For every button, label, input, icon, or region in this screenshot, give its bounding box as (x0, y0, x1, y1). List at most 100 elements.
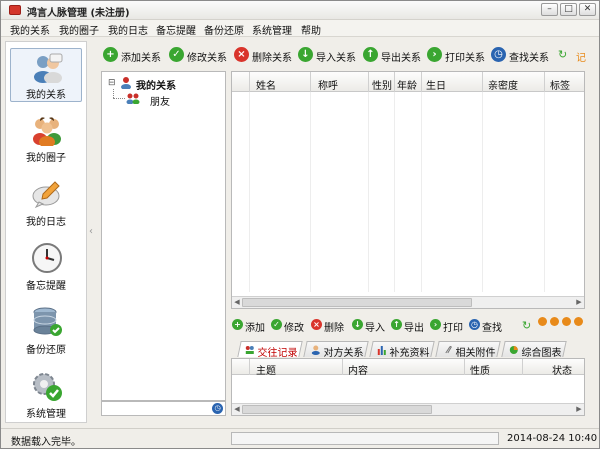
column-header-nature[interactable]: 性质 (470, 362, 490, 377)
people-icon (245, 346, 254, 354)
grid-line (421, 92, 422, 292)
tab-interaction-records[interactable]: 交往记录 (237, 341, 303, 359)
tree-search-input[interactable]: ◷ (101, 401, 226, 416)
tree-root-node[interactable]: 我的关系 (136, 77, 176, 92)
column-header-content[interactable]: 内容 (348, 362, 368, 377)
column-separator (394, 72, 395, 92)
collapse-panel-icon[interactable]: ‹ (89, 226, 93, 237)
app-logo-icon (9, 5, 21, 15)
tree-root-icon (121, 77, 131, 89)
nav-label: 我的关系 (26, 90, 66, 101)
menu-bar: 我的关系 我的圈子 我的日志 备忘提醒 备份还原 系统管理 帮助 (1, 20, 599, 37)
column-header-birthday[interactable]: 生日 (426, 77, 446, 92)
refresh-icon: ↻ (558, 48, 568, 61)
maximize-button[interactable]: □ (560, 3, 577, 16)
column-header-status[interactable]: 状态 (552, 362, 572, 377)
journal-pen-icon (32, 181, 60, 209)
tab-their-relations[interactable]: 对方关系 (303, 341, 369, 359)
nav-up-icon[interactable] (538, 317, 547, 326)
nav-prev-icon[interactable] (550, 317, 559, 326)
menu-reminders[interactable]: 备忘提醒 (156, 22, 196, 37)
column-header-intimacy[interactable]: 亲密度 (488, 77, 518, 92)
detail-tabs: 交往记录 对方关系 补充资料 相关附件 综合图表 (233, 340, 585, 359)
tab-supplementary-info[interactable]: 补充资料 (369, 341, 435, 359)
nav-my-journal[interactable]: 我的日志 (10, 176, 82, 230)
contacts-icon (311, 345, 320, 355)
menu-backup-restore[interactable]: 备份还原 (204, 22, 244, 37)
tree-collapse-icon[interactable]: ⊟ (108, 78, 116, 88)
nav-system[interactable]: 系统管理 (10, 368, 82, 422)
paperclip-icon (445, 346, 452, 354)
left-nav: 我的关系 我的圈子 我的日志 备忘提醒 备份还原 系统管理 (5, 41, 87, 423)
bar-chart-icon (377, 346, 386, 355)
clock-icon (32, 243, 62, 273)
group-tree[interactable]: ⊟ 我的关系 朋友 (101, 71, 226, 401)
refresh-icon[interactable]: ↻ (522, 319, 531, 332)
menu-my-relations[interactable]: 我的关系 (10, 22, 50, 37)
people-icon (34, 53, 63, 83)
horizontal-scrollbar[interactable]: ◀ ▶ (232, 296, 584, 308)
column-separator (544, 72, 545, 92)
grid-line (544, 92, 545, 292)
column-header-tags[interactable]: 标签 (550, 77, 570, 92)
search-icon: ◷ (469, 319, 480, 330)
nav-label: 备忘提醒 (26, 281, 66, 292)
nav-next-icon[interactable] (562, 317, 571, 326)
search-icon: ◷ (491, 47, 506, 62)
scroll-right-icon[interactable]: ▶ (574, 405, 584, 414)
column-header-age[interactable]: 年龄 (397, 77, 417, 92)
grid-line (249, 92, 250, 292)
column-header-gender[interactable]: 性别 (372, 77, 392, 92)
menu-system[interactable]: 系统管理 (252, 22, 292, 37)
title-bar: 鸿言人脉管理 (未注册) – □ ✕ (1, 1, 599, 20)
nav-backup-restore[interactable]: 备份还原 (10, 304, 82, 358)
records-table[interactable]: 主题 内容 性质 状态 ◀ ▶ (231, 358, 585, 416)
group-icon (33, 117, 61, 146)
close-button[interactable]: ✕ (579, 3, 596, 16)
print-icon: › (430, 319, 441, 330)
column-separator (249, 72, 250, 92)
menu-my-journal[interactable]: 我的日志 (108, 22, 148, 37)
tab-attachments[interactable]: 相关附件 (435, 341, 501, 359)
main-toolbar: + 添加关系 ✓ 修改关系 × 删除关系 ↓ 导入关系 ↑ 导出关系 › 打印关… (103, 46, 597, 66)
column-separator (249, 359, 250, 375)
nav-my-relations[interactable]: 我的关系 (10, 48, 82, 102)
grid-line (368, 92, 369, 292)
scroll-thumb[interactable] (242, 298, 472, 307)
status-datetime: 2014-08-24 10:40 (507, 433, 598, 444)
search-icon[interactable]: ◷ (212, 403, 223, 414)
nav-close-icon[interactable] (574, 317, 583, 326)
contacts-table[interactable]: 姓名 称呼 性别 年龄 生日 亲密度 标签 ◀ ▶ (231, 71, 585, 309)
nav-label: 我的圈子 (26, 153, 66, 164)
scroll-left-icon[interactable]: ◀ (232, 405, 242, 414)
tree-node-friends[interactable]: 朋友 (150, 93, 170, 108)
minimize-button[interactable]: – (541, 3, 558, 16)
menu-my-circles[interactable]: 我的圈子 (59, 22, 99, 37)
column-header-subject[interactable]: 主题 (256, 362, 276, 377)
arrow-up-icon: ↑ (391, 319, 402, 330)
scroll-left-icon[interactable]: ◀ (232, 298, 242, 307)
tab-overview-chart[interactable]: 综合图表 (501, 341, 567, 359)
records-header: 主题 内容 性质 状态 (232, 359, 584, 377)
column-separator (421, 72, 422, 92)
menu-help[interactable]: 帮助 (301, 22, 321, 37)
scroll-thumb[interactable] (242, 405, 432, 414)
delete-x-icon: × (311, 319, 322, 330)
print-icon: › (427, 47, 442, 62)
column-header-title[interactable]: 称呼 (318, 77, 338, 92)
records-horizontal-scrollbar[interactable]: ◀ ▶ (232, 403, 584, 415)
tree-line (113, 98, 125, 99)
column-separator (482, 72, 483, 92)
nav-label: 备份还原 (26, 345, 66, 356)
nav-reminders[interactable]: 备忘提醒 (10, 240, 82, 294)
plus-icon: + (103, 47, 118, 62)
arrow-down-icon: ↓ (352, 319, 363, 330)
scroll-right-icon[interactable]: ▶ (574, 298, 584, 307)
grid-line (310, 92, 311, 292)
record-toolbar: + 添加 ✓ 修改 × 删除 ↓ 导入 ↑ 导出 › 打印 ◷ 查找 ↻ (232, 317, 583, 335)
nav-my-circles[interactable]: 我的圈子 (10, 112, 82, 166)
tree-line (113, 89, 114, 98)
arrow-down-icon: ↓ (298, 47, 313, 62)
window-title: 鸿言人脉管理 (未注册) (27, 8, 130, 19)
column-header-name[interactable]: 姓名 (256, 77, 276, 92)
